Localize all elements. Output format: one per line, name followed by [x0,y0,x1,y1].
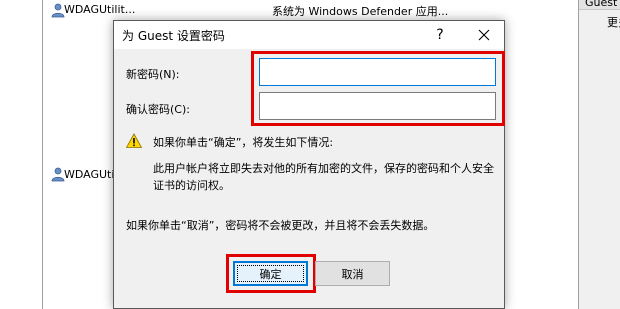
close-icon[interactable] [464,21,504,49]
new-password-label: 新密码(N): [126,68,180,81]
confirm-password-field[interactable] [259,92,496,120]
actions-pane-more[interactable]: 更多 [607,14,620,30]
user-name: WDAGUtilit... [64,3,136,16]
cancel-button[interactable]: 取消 [315,261,390,286]
user-description: 系统为 Windows Defender 应用... [272,5,449,18]
dialog-title: 为 Guest 设置密码 [122,29,225,43]
warning-icon [125,133,143,149]
new-password-field[interactable] [259,58,496,86]
confirm-password-label: 确认密码(C): [126,103,190,116]
ok-button[interactable]: 确定 [233,261,308,286]
help-icon[interactable]: ? [420,21,460,49]
left-divider [42,0,43,309]
dialog-titlebar[interactable]: 为 Guest 设置密码 ? [114,21,504,49]
actions-pane-header: Guest [579,0,620,10]
actions-pane: Guest 更多 [578,0,620,309]
set-password-dialog: 为 Guest 设置密码 ? 新密码(N): 确认密码(C): 如果你单击“确定… [113,20,505,309]
cancel-note: 如果你单击“取消”，密码将不会被更改，并且将不会丢失数据。 [126,219,435,232]
warning-body: 此用户帐户将立即失去对他的所有加密的文件，保存的密码和个人安全证书的访问权。 [153,162,494,192]
cancel-button-label: 取消 [341,267,364,281]
warning-title: 如果你单击“确定”，将发生如下情况: [153,136,334,149]
focus-ring [237,265,304,282]
